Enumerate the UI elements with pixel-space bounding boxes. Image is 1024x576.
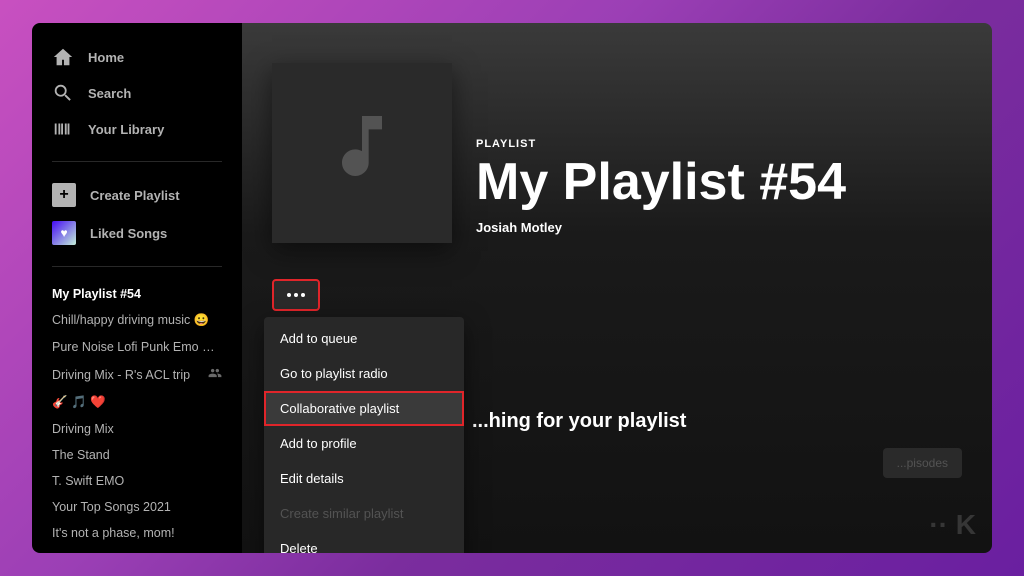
- playlist-cover: [272, 63, 452, 243]
- sidebar-item-search[interactable]: Search: [32, 75, 242, 111]
- context-menu-delete[interactable]: Delete: [264, 531, 464, 553]
- sidebar-item-home[interactable]: Home: [32, 39, 242, 75]
- episode-hint: ...pisodes: [883, 448, 962, 478]
- sidebar-divider-1: [52, 161, 222, 162]
- more-options-button[interactable]: [272, 279, 320, 311]
- playlist-controls: Add to queue Go to playlist radio Collab…: [242, 263, 992, 327]
- dot-2: [294, 293, 298, 297]
- liked-songs-button[interactable]: ♥ Liked Songs: [32, 214, 242, 252]
- library-item-t-swift-emo[interactable]: T. Swift EMO: [32, 468, 242, 494]
- context-menu-collaborative[interactable]: Collaborative playlist: [264, 391, 464, 426]
- library-item-the-stand[interactable]: The Stand: [32, 442, 242, 468]
- playlist-author: Josiah Motley: [476, 220, 846, 235]
- library-item-driving-mix-acl[interactable]: Driving Mix - R's ACL trip: [32, 360, 242, 389]
- watermark: ·· K: [929, 509, 976, 541]
- dot-3: [301, 293, 305, 297]
- sidebar-nav: Home Search Your Library: [32, 23, 242, 155]
- library-item-top-songs-2021[interactable]: Your Top Songs 2021: [32, 494, 242, 520]
- sidebar-actions: + Create Playlist ♥ Liked Songs: [32, 168, 242, 260]
- library-item-driving-mix[interactable]: Driving Mix: [32, 416, 242, 442]
- playlist-info: PLAYLIST My Playlist #54 Josiah Motley: [476, 138, 846, 243]
- library-icon: [52, 118, 74, 140]
- home-icon: [52, 46, 74, 68]
- plus-icon: +: [52, 183, 76, 207]
- sidebar-library: My Playlist #54 Chill/happy driving musi…: [32, 273, 242, 553]
- context-menu-go-to-radio[interactable]: Go to playlist radio: [264, 356, 464, 391]
- library-item-my-playlist-54[interactable]: My Playlist #54: [32, 281, 242, 307]
- context-menu-add-to-profile[interactable]: Add to profile: [264, 426, 464, 461]
- create-playlist-button[interactable]: + Create Playlist: [32, 176, 242, 214]
- playlist-type-label: PLAYLIST: [476, 138, 846, 150]
- sidebar-item-library[interactable]: Your Library: [32, 111, 242, 147]
- context-menu-create-similar: Create similar playlist: [264, 496, 464, 531]
- finding-text: ...hing for your playlist: [472, 410, 686, 433]
- main-content: PLAYLIST My Playlist #54 Josiah Motley A…: [242, 23, 992, 553]
- context-menu-add-to-queue[interactable]: Add to queue: [264, 321, 464, 356]
- library-item-music-fight[interactable]: music to start a fight to: [32, 546, 242, 553]
- playlist-title: My Playlist #54: [476, 156, 846, 208]
- context-menu: Add to queue Go to playlist radio Collab…: [264, 317, 464, 553]
- search-icon: [52, 82, 74, 104]
- dot-1: [287, 293, 291, 297]
- library-item-pure-noise[interactable]: Pure Noise Lofi Punk Emo Pop P...: [32, 334, 242, 360]
- music-note-icon: [322, 106, 402, 201]
- library-item-emoji-row[interactable]: 🎸 🎵 ❤️: [32, 389, 242, 416]
- library-item-chill-driving[interactable]: Chill/happy driving music 😀: [32, 307, 242, 334]
- context-menu-edit-details[interactable]: Edit details: [264, 461, 464, 496]
- playlist-header: PLAYLIST My Playlist #54 Josiah Motley: [242, 23, 992, 263]
- library-item-not-a-phase[interactable]: It's not a phase, mom!: [32, 520, 242, 546]
- collab-icon: [208, 366, 222, 383]
- app-container: Home Search Your Library: [32, 23, 992, 553]
- sidebar: Home Search Your Library: [32, 23, 242, 553]
- heart-icon: ♥: [52, 221, 76, 245]
- sidebar-divider-2: [52, 266, 222, 267]
